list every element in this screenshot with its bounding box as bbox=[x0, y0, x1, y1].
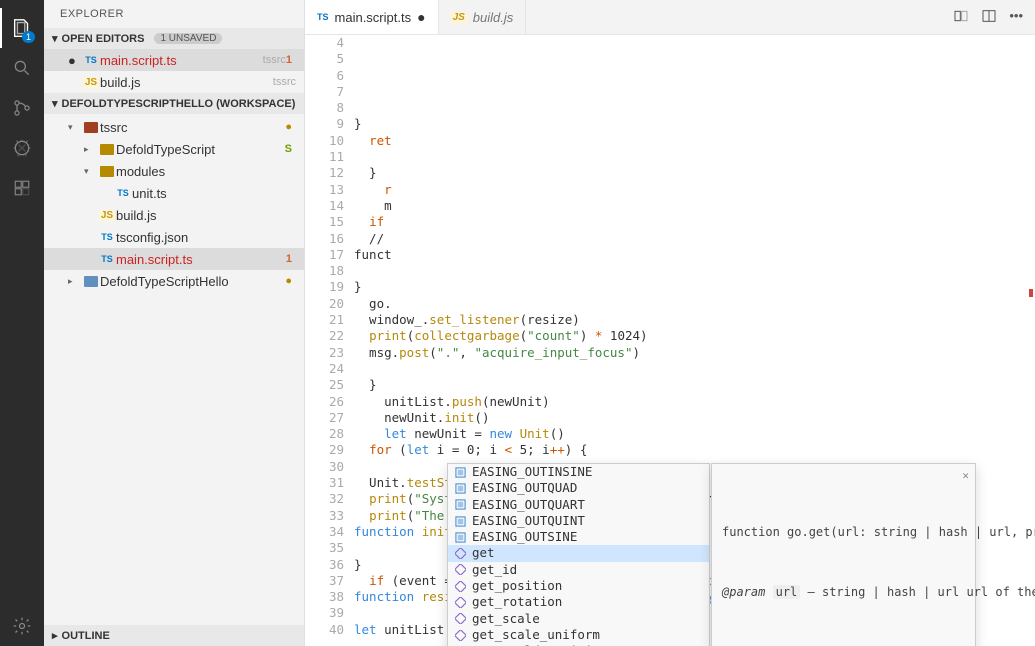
tree-item-tssrc[interactable]: ▾ tssrc● bbox=[44, 116, 304, 138]
ts-icon: TS bbox=[101, 232, 113, 242]
autocomplete-item[interactable]: EASING_OUTQUART bbox=[448, 497, 709, 513]
autocomplete-item[interactable]: get_scale bbox=[448, 611, 709, 627]
folder-icon bbox=[84, 276, 98, 287]
tree-item-label: DefoldTypeScript bbox=[116, 142, 285, 157]
chevron-icon: ▸ bbox=[68, 276, 82, 287]
autocomplete-item[interactable]: EASING_OUTQUINT bbox=[448, 513, 709, 529]
chevron-icon: ▸ bbox=[84, 144, 98, 155]
tree-item-build-js[interactable]: JSbuild.js bbox=[44, 204, 304, 226]
tree-item-unit-ts[interactable]: TSunit.ts bbox=[44, 182, 304, 204]
tree-item-label: modules bbox=[116, 164, 296, 179]
tree-item-mark: S bbox=[285, 143, 296, 155]
enum-icon bbox=[454, 482, 466, 494]
open-editor-item[interactable]: ● TS main.script.ts tssrc 1 bbox=[44, 49, 304, 71]
js-icon: JS bbox=[99, 210, 115, 221]
tree-item-label: unit.ts bbox=[132, 186, 296, 201]
tree-item-main-script-ts[interactable]: TSmain.script.ts1 bbox=[44, 248, 304, 270]
enum-icon bbox=[454, 499, 466, 511]
enum-icon bbox=[454, 515, 466, 527]
chevron-down-icon: ▾ bbox=[52, 32, 58, 45]
folder-icon bbox=[100, 166, 114, 177]
code-editor[interactable]: 4567891011121314151617181920212223242526… bbox=[305, 35, 1035, 646]
signature-help-popup: ✕ function go.get(url: string | hash | u… bbox=[711, 463, 976, 646]
tree-item-label: build.js bbox=[116, 208, 296, 223]
sidebar: EXPLORER ▾ OPEN EDITORS 1 UNSAVED ● TS m… bbox=[44, 0, 305, 646]
method-icon bbox=[454, 580, 466, 592]
debug-icon[interactable] bbox=[0, 128, 44, 168]
tree-item-mark: ● bbox=[285, 275, 296, 287]
settings-gear-icon[interactable] bbox=[0, 606, 44, 646]
dirty-dot-icon: ● bbox=[417, 9, 425, 25]
autocomplete-item[interactable]: EASING_OUTSINE bbox=[448, 529, 709, 545]
more-icon[interactable]: ••• bbox=[1009, 8, 1023, 27]
autocomplete-item[interactable]: get_id bbox=[448, 562, 709, 578]
dirty-dot-icon: ● bbox=[68, 53, 82, 68]
enum-icon bbox=[454, 531, 466, 543]
tree-item-tsconfig-json[interactable]: TStsconfig.json bbox=[44, 226, 304, 248]
autocomplete-item[interactable]: get_rotation bbox=[448, 594, 709, 610]
autocomplete-item[interactable]: EASING_OUTINSINE bbox=[448, 464, 709, 480]
ts-icon: TS bbox=[85, 55, 97, 65]
sidebar-title: EXPLORER bbox=[44, 0, 304, 28]
open-editors-list: ● TS main.script.ts tssrc 1 JS build.js … bbox=[44, 49, 304, 93]
split-compare-icon[interactable] bbox=[953, 8, 969, 27]
method-icon bbox=[454, 613, 466, 625]
tree-item-mark: 1 bbox=[286, 253, 296, 265]
editor-actions: ••• bbox=[953, 8, 1035, 27]
close-icon[interactable]: ✕ bbox=[962, 468, 969, 484]
chevron-down-icon: ▾ bbox=[52, 97, 58, 110]
split-editor-icon[interactable] bbox=[981, 8, 997, 27]
chevron-icon: ▾ bbox=[84, 166, 98, 177]
line-gutter: 4567891011121314151617181920212223242526… bbox=[305, 35, 354, 646]
autocomplete-item[interactable]: get bbox=[448, 545, 709, 561]
tab-main-script[interactable]: TS main.script.ts ● bbox=[305, 0, 439, 34]
tree-item-modules[interactable]: ▾ modules bbox=[44, 160, 304, 182]
method-icon bbox=[454, 548, 466, 560]
autocomplete-item[interactable]: get_scale_uniform bbox=[448, 627, 709, 643]
workspace-header[interactable]: ▾ DEFOLDTYPESCRIPTHELLO (WORKSPACE) bbox=[44, 93, 304, 114]
file-tree: ▾tssrc●▸DefoldTypeScriptS▾modulesTSunit.… bbox=[44, 114, 304, 625]
folder-icon bbox=[84, 122, 98, 133]
tab-bar: TS main.script.ts ● JS build.js ••• bbox=[305, 0, 1035, 35]
explorer-badge: 1 bbox=[22, 31, 35, 43]
ts-icon: TS bbox=[117, 188, 129, 198]
chevron-right-icon: ▸ bbox=[52, 629, 58, 642]
open-editor-item[interactable]: JS build.js tssrc bbox=[44, 71, 304, 93]
autocomplete-popup[interactable]: EASING_OUTINSINEEASING_OUTQUADEASING_OUT… bbox=[447, 463, 710, 646]
minimap-error-marker bbox=[1029, 289, 1033, 297]
tree-item-defoldtypescripthello[interactable]: ▸ DefoldTypeScriptHello● bbox=[44, 270, 304, 292]
tree-item-label: DefoldTypeScriptHello bbox=[100, 274, 285, 289]
ts-icon: TS bbox=[317, 12, 329, 22]
explorer-icon[interactable]: 1 bbox=[0, 8, 44, 48]
chevron-icon: ▾ bbox=[68, 122, 82, 133]
editor-area: TS main.script.ts ● JS build.js ••• 4567… bbox=[305, 0, 1035, 646]
method-icon bbox=[454, 597, 466, 609]
unsaved-badge: 1 UNSAVED bbox=[154, 33, 222, 44]
tree-item-label: tsconfig.json bbox=[116, 230, 296, 245]
ts-icon: TS bbox=[101, 254, 113, 264]
enum-icon bbox=[454, 466, 466, 478]
tree-item-mark: ● bbox=[285, 121, 296, 133]
search-icon[interactable] bbox=[0, 48, 44, 88]
doc-signature: function go.get(url: string | hash | url… bbox=[722, 524, 965, 541]
autocomplete-item[interactable]: EASING_OUTQUAD bbox=[448, 480, 709, 496]
open-editors-header[interactable]: ▾ OPEN EDITORS 1 UNSAVED bbox=[44, 28, 304, 49]
method-icon bbox=[454, 564, 466, 576]
js-icon: JS bbox=[451, 12, 467, 23]
tree-item-label: main.script.ts bbox=[116, 252, 286, 267]
code-content[interactable]: } ret } r m if //funct} go. window_.set_… bbox=[354, 35, 1035, 646]
tab-build-js[interactable]: JS build.js bbox=[439, 0, 527, 34]
autocomplete-item[interactable]: get_position bbox=[448, 578, 709, 594]
activity-bar: 1 bbox=[0, 0, 44, 646]
method-icon bbox=[454, 629, 466, 641]
js-icon: JS bbox=[83, 77, 99, 88]
folder-icon bbox=[100, 144, 114, 155]
tree-item-label: tssrc bbox=[100, 120, 285, 135]
scm-icon[interactable] bbox=[0, 88, 44, 128]
outline-header[interactable]: ▸ OUTLINE bbox=[44, 625, 304, 646]
tree-item-defoldtypescript[interactable]: ▸ DefoldTypeScriptS bbox=[44, 138, 304, 160]
extensions-icon[interactable] bbox=[0, 168, 44, 208]
